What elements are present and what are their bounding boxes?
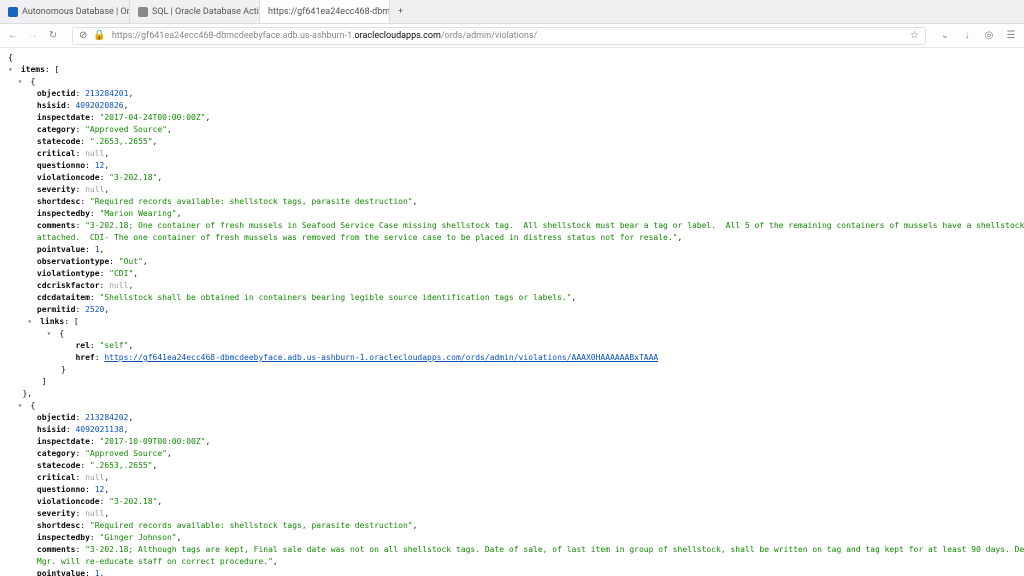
browser-tab[interactable]: SQL | Oracle Database Actions × (130, 0, 260, 23)
account-icon[interactable]: ◎ (982, 29, 996, 43)
expand-toggle[interactable]: ▾ (47, 328, 55, 340)
expand-toggle[interactable]: ▾ (18, 400, 26, 412)
forward-button: → (26, 29, 40, 43)
tab-label: https://gf641ea24ecc468-dbmcdee… (268, 7, 390, 17)
json-viewer: { ▾ items: [ ▾ { objectid: 213284201, hs… (0, 48, 1024, 576)
browser-tab[interactable]: Autonomous Database | Oracl… × (0, 0, 130, 23)
toolbar-right: ⌄ ↓ ◎ ☰ (938, 29, 1018, 43)
reload-button[interactable]: ↻ (46, 29, 60, 43)
browser-navbar: ← → ↻ ⊘ 🔒 https://gf641ea24ecc468-dbmcde… (0, 24, 1024, 48)
shield-icon: ⊘ (79, 30, 87, 41)
expand-toggle[interactable]: ▾ (18, 76, 26, 88)
url-text: https://gf641ea24ecc468-dbmcdeebyface.ad… (112, 31, 904, 41)
menu-icon[interactable]: ☰ (1004, 29, 1018, 43)
tab-favicon (8, 7, 18, 17)
tab-label: SQL | Oracle Database Actions (152, 7, 260, 17)
download-icon[interactable]: ↓ (960, 29, 974, 43)
tab-label: Autonomous Database | Oracl… (22, 7, 130, 17)
star-icon[interactable]: ☆ (910, 30, 919, 41)
back-button[interactable]: ← (6, 29, 20, 43)
url-bar[interactable]: ⊘ 🔒 https://gf641ea24ecc468-dbmcdeebyfac… (72, 27, 926, 45)
expand-toggle[interactable]: ▾ (27, 316, 35, 328)
lock-icon: 🔒 (93, 30, 105, 41)
save-icon[interactable]: ⌄ (938, 29, 952, 43)
new-tab-button[interactable]: + (390, 7, 411, 17)
expand-toggle[interactable]: ▾ (8, 64, 16, 76)
tab-favicon (138, 7, 148, 17)
browser-tabbar: Autonomous Database | Oracl… × SQL | Ora… (0, 0, 1024, 24)
browser-tab[interactable]: https://gf641ea24ecc468-dbmcdee… × (260, 0, 390, 23)
